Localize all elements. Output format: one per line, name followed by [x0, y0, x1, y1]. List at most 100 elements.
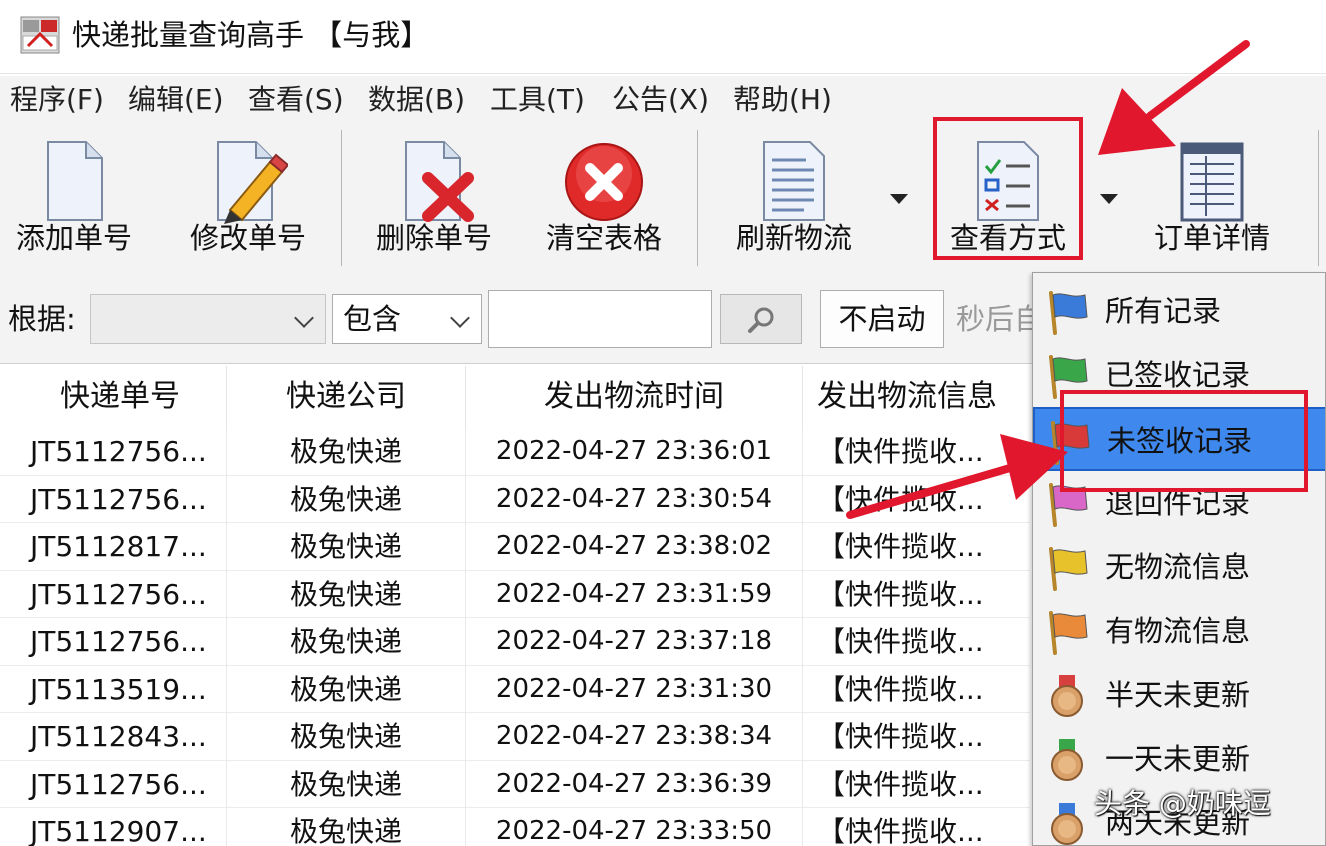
edit-pencil-icon	[217, 141, 288, 224]
courier-cell[interactable]: 极兔快递	[227, 761, 465, 808]
edit-number-label: 修改单号	[189, 221, 306, 255]
new-document-icon	[47, 141, 103, 221]
tracking-number-cell[interactable]: JT5112756...	[14, 571, 226, 618]
ship-time-cell[interactable]: 2022-04-27 23:36:39	[466, 761, 802, 808]
ship-time-cell[interactable]: 2022-04-27 23:38:34	[466, 713, 802, 760]
ship-info-cell[interactable]: 【快件揽收...	[803, 523, 1030, 570]
ship-time-cell[interactable]: 2022-04-27 23:38:02	[466, 523, 802, 570]
orange-flag-icon	[1049, 611, 1088, 655]
delete-number-button[interactable]: 删除单号	[366, 122, 502, 274]
tracking-number-cell[interactable]: JT5112756...	[14, 618, 226, 665]
courier-cell[interactable]: 极兔快递	[227, 428, 465, 475]
column-divider	[226, 428, 227, 846]
ship-info-cell[interactable]: 【快件揽收...	[803, 618, 1030, 665]
courier-cell[interactable]: 极兔快递	[227, 618, 465, 665]
search-button[interactable]	[720, 294, 802, 344]
view-menu-item-label: 一天未更新	[1105, 742, 1251, 776]
title-bar: 快递批量查询高手 【与我】	[0, 0, 1326, 74]
window-title: 快递批量查询高手 【与我】	[72, 18, 430, 52]
menu-edit[interactable]: 编辑(E)	[128, 82, 224, 118]
view-mode-dropdown-arrow[interactable]	[1100, 194, 1118, 204]
chevron-down-icon	[294, 308, 314, 328]
refresh-logistics-button[interactable]: 刷新物流	[726, 122, 862, 274]
ship-info-cell[interactable]: 【快件揽收...	[803, 428, 1030, 475]
courier-cell[interactable]: 极兔快递	[227, 476, 465, 523]
view-menu-item[interactable]: 半天未更新	[1033, 663, 1325, 727]
auto-refresh-toggle-button[interactable]: 不启动	[820, 290, 944, 348]
tracking-number-cell[interactable]: JT5112756...	[14, 476, 226, 523]
tracking-number-cell[interactable]: JT5113519...	[14, 666, 226, 713]
medal-green-icon	[1051, 739, 1083, 781]
tracking-number-cell[interactable]: JT5112817...	[14, 523, 226, 570]
toolbar-separator	[697, 130, 698, 266]
refresh-dropdown-arrow[interactable]	[890, 194, 908, 204]
order-detail-label: 订单详情	[1153, 221, 1270, 255]
column-header-ship-info[interactable]: 发出物流信息	[803, 366, 1030, 428]
tracking-number-cell[interactable]: JT5112907...	[14, 808, 226, 846]
clear-table-button[interactable]: 清空表格	[536, 122, 672, 274]
courier-cell[interactable]: 极兔快递	[227, 571, 465, 618]
ship-time-cell[interactable]: 2022-04-27 23:36:01	[466, 428, 802, 475]
yellow-flag-icon	[1049, 547, 1088, 591]
tracking-number-cell[interactable]: JT5112756...	[14, 761, 226, 808]
menu-tools[interactable]: 工具(T)	[490, 82, 585, 118]
ship-time-cell[interactable]: 2022-04-27 23:37:18	[466, 618, 802, 665]
search-input[interactable]	[488, 290, 712, 348]
match-select[interactable]: 包含	[332, 294, 482, 344]
match-select-value: 包含	[343, 302, 402, 336]
toolbar-separator	[341, 130, 342, 266]
refresh-list-document-icon	[763, 141, 825, 221]
basis-label: 根据:	[8, 302, 76, 336]
view-menu-item[interactable]: 无物流信息	[1033, 535, 1325, 599]
view-menu-item[interactable]: 一天未更新	[1033, 727, 1325, 791]
courier-cell[interactable]: 极兔快递	[227, 713, 465, 760]
unsigned-record-highlight-box	[1060, 390, 1308, 492]
view-menu-item[interactable]: 有物流信息	[1033, 599, 1325, 663]
ship-time-cell[interactable]: 2022-04-27 23:31:59	[466, 571, 802, 618]
menu-view[interactable]: 查看(S)	[248, 82, 344, 118]
column-divider	[802, 428, 803, 846]
menu-notice[interactable]: 公告(X)	[612, 82, 709, 118]
ship-time-cell[interactable]: 2022-04-27 23:31:30	[466, 666, 802, 713]
order-detail-button[interactable]: 订单详情	[1146, 122, 1278, 274]
column-header-tracking-number[interactable]: 快递单号	[14, 366, 226, 428]
ship-time-cell[interactable]: 2022-04-27 23:33:50	[466, 808, 802, 846]
column-header-courier[interactable]: 快递公司	[227, 366, 465, 428]
ship-info-cell[interactable]: 【快件揽收...	[803, 476, 1030, 523]
courier-cell[interactable]: 极兔快递	[227, 666, 465, 713]
clear-x-circle-icon	[565, 143, 643, 221]
tracking-number-cell[interactable]: JT5112843...	[14, 713, 226, 760]
courier-cell[interactable]: 极兔快递	[227, 808, 465, 846]
view-menu-item-label: 有物流信息	[1105, 614, 1251, 648]
view-menu-item[interactable]: 所有记录	[1033, 279, 1325, 343]
menu-data[interactable]: 数据(B)	[368, 82, 465, 118]
courier-cell[interactable]: 极兔快递	[227, 523, 465, 570]
view-menu-item-label: 半天未更新	[1105, 678, 1251, 712]
add-number-label: 添加单号	[15, 221, 132, 255]
ship-time-cell[interactable]: 2022-04-27 23:30:54	[466, 476, 802, 523]
toolbar-separator	[1318, 130, 1319, 266]
watermark-text: 头条 @奶味逗	[1094, 787, 1271, 820]
field-select[interactable]	[90, 294, 326, 344]
delete-number-label: 删除单号	[375, 221, 492, 255]
edit-number-button[interactable]: 修改单号	[180, 122, 316, 274]
toolbar: 添加单号 修改单号 删除单号 清空表格 刷新物流 查看方式 订单详情	[0, 122, 1326, 274]
medal-blue-icon	[1051, 803, 1083, 845]
view-menu-item-label: 已签收记录	[1105, 358, 1251, 392]
medal-red-icon	[1051, 675, 1083, 717]
add-number-button[interactable]: 添加单号	[8, 122, 140, 274]
view-menu-item-label: 无物流信息	[1105, 550, 1251, 584]
view-mode-highlight-box	[933, 117, 1083, 260]
tracking-number-cell[interactable]: JT5112756...	[14, 428, 226, 475]
menu-program[interactable]: 程序(F)	[10, 82, 104, 118]
column-header-ship-time[interactable]: 发出物流时间	[466, 366, 802, 428]
ship-info-cell[interactable]: 【快件揽收...	[803, 761, 1030, 808]
ship-info-cell[interactable]: 【快件揽收...	[803, 808, 1030, 846]
ship-info-cell[interactable]: 【快件揽收...	[803, 571, 1030, 618]
ship-info-cell[interactable]: 【快件揽收...	[803, 713, 1030, 760]
app-logo-icon	[20, 16, 60, 54]
logistics-table: 快递单号 快递公司 发出物流时间 发出物流信息 JT5112756... 极兔快递…	[0, 366, 1030, 846]
menu-help[interactable]: 帮助(H)	[733, 82, 832, 118]
seconds-label: 秒后自	[956, 302, 1044, 336]
ship-info-cell[interactable]: 【快件揽收...	[803, 666, 1030, 713]
